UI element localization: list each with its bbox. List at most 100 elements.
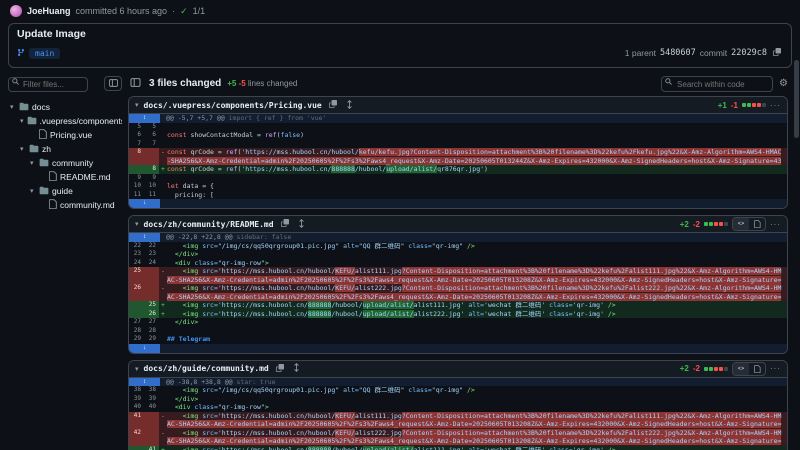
file-options-button[interactable]: ··· — [770, 364, 781, 373]
branch-badge[interactable]: main — [29, 48, 60, 59]
collapse-file-button[interactable]: ▾ — [135, 365, 139, 373]
diff-marker — [159, 403, 167, 412]
file-deletions: -2 — [693, 364, 700, 373]
code-line: <div class="qr-img-row"> — [167, 259, 787, 268]
collapse-file-tree-button[interactable] — [104, 76, 122, 91]
code-line: <img src='https://mss.hubool.cn/hubool/K… — [167, 412, 787, 429]
expand-down-button[interactable]: ↓ — [129, 199, 160, 208]
checks-status-icon: ✓ — [180, 6, 188, 17]
code-line: <img src='https://mss.hubool.cn/hubool/K… — [167, 267, 787, 284]
sidebar-item-community-md[interactable]: community.md — [8, 198, 122, 212]
collapse-file-button[interactable]: ▾ — [135, 220, 139, 228]
avatar[interactable] — [10, 5, 22, 17]
parent-label: 1 parent — [625, 48, 656, 58]
expand-all-button[interactable] — [296, 219, 307, 230]
new-line-number: 28 — [144, 327, 159, 336]
expand-down-button[interactable]: ↓ — [129, 344, 160, 353]
diff-row-ctx: 3939 </div> — [129, 395, 787, 404]
toggle-file-tree-button[interactable] — [128, 78, 143, 89]
file-tree: ▾docs▾.vuepress/components Pricing.vue ▾zh… — [8, 100, 122, 212]
diff-content: 3 files changed +5 -5 lines changed ⚙ ▾d… — [128, 74, 788, 450]
sidebar-item-community[interactable]: ▾community — [8, 156, 122, 170]
code-line — [167, 123, 787, 132]
file-options-button[interactable]: ··· — [770, 101, 781, 110]
diff-marker — [159, 123, 167, 132]
checks-count[interactable]: 1/1 — [193, 6, 206, 16]
diff-row-ctx: 2222 <img src="/img/cs/qq50qrgroup01.pic… — [129, 242, 787, 251]
file-path[interactable]: docs/.vuepress/components/Pricing.vue — [144, 101, 322, 110]
sidebar-item--vuepress-components[interactable]: ▾.vuepress/components — [8, 114, 122, 128]
expand-hunk-button[interactable]: ↕ — [129, 233, 160, 242]
collapse-file-button[interactable]: ▾ — [135, 101, 139, 109]
old-line-number: 39 — [129, 395, 144, 404]
expand-all-button[interactable] — [291, 363, 302, 374]
diff-row-add: 8+const qrCode = ref('https://mss.hubool… — [129, 165, 787, 174]
tree-item-label: docs — [32, 102, 50, 112]
folder-icon — [29, 144, 39, 153]
diffstat-block — [757, 103, 761, 107]
rich-view-button[interactable] — [749, 363, 765, 375]
commit-author[interactable]: JoeHuang — [27, 6, 71, 16]
diff-marker: + — [159, 165, 167, 174]
old-line-number: 40 — [129, 403, 144, 412]
source-view-button[interactable]: <> — [733, 218, 749, 230]
new-line-number: 9 — [144, 174, 159, 183]
page-scrollbar-thumb[interactable] — [794, 60, 799, 138]
new-line-number — [144, 148, 159, 165]
diff-marker — [159, 131, 167, 140]
diffstat-block — [709, 367, 713, 371]
diff-marker: - — [159, 284, 167, 301]
code-line: const showContactModal = ref(false) — [167, 131, 787, 140]
diff-row-del: 42- <img src='https://mss.hubool.cn/hubo… — [129, 429, 787, 446]
source-view-button[interactable]: <> — [733, 363, 749, 375]
hunk-header: @@ -38,8 +38,8 @@ star: true — [160, 378, 276, 387]
diffstat-block — [719, 367, 723, 371]
search-within-code-input[interactable] — [661, 76, 773, 92]
tree-item-label: community.md — [60, 200, 115, 210]
diff-settings-button[interactable]: ⚙ — [779, 78, 788, 89]
rich-diff-icon — [754, 220, 761, 228]
diff-marker — [159, 140, 167, 149]
old-line-number: 42 — [129, 429, 144, 446]
diffstat-blocks — [742, 103, 766, 107]
diff-row-ctx: 4040 <div class="qr-img-row"> — [129, 403, 787, 412]
file-path[interactable]: docs/zh/community/README.md — [144, 220, 274, 229]
diff-marker — [159, 318, 167, 327]
copy-commit-sha-button[interactable] — [771, 48, 783, 58]
sidebar-item-zh[interactable]: ▾zh — [8, 142, 122, 156]
file-path[interactable]: docs/zh/guide/community.md — [144, 364, 269, 373]
expand-hunk-button[interactable]: ↕ — [129, 378, 160, 387]
expand-all-button[interactable] — [344, 100, 355, 111]
copy-path-button[interactable] — [274, 364, 286, 374]
git-branch-icon — [17, 44, 25, 62]
sidebar-item-readme-md[interactable]: README.md — [8, 170, 122, 184]
filter-files-input[interactable] — [8, 77, 88, 92]
diff-marker: + — [159, 446, 167, 450]
file-icon — [49, 199, 57, 209]
expand-hunk-button[interactable]: ↕ — [129, 114, 160, 123]
new-line-number: 5 — [144, 123, 159, 132]
tree-item-label: Pricing.vue — [50, 130, 92, 140]
sidebar-item-pricing-vue[interactable]: Pricing.vue — [8, 128, 122, 142]
sidebar-item-docs[interactable]: ▾docs — [8, 100, 122, 114]
folder-icon — [39, 158, 49, 167]
tree-item-label: guide — [52, 186, 73, 196]
file-options-button[interactable]: ··· — [770, 220, 781, 229]
view-toggle: <> — [732, 217, 766, 231]
old-line-number — [129, 301, 144, 310]
file-deletions: -2 — [693, 220, 700, 229]
parent-hash-link[interactable]: 5480607 — [660, 48, 696, 58]
copy-path-button[interactable] — [279, 219, 291, 229]
new-line-number: 22 — [144, 242, 159, 251]
new-line-number: 29 — [144, 335, 159, 344]
old-line-number: 28 — [129, 327, 144, 336]
tree-item-label: .vuepress/components — [40, 116, 122, 126]
commit-card: Update Image main 1 parent 5480607 commi… — [8, 23, 792, 68]
old-line-number: 11 — [129, 191, 144, 200]
copy-path-button[interactable] — [327, 100, 339, 110]
diff-row-ctx: 2727 </div> — [129, 318, 787, 327]
diff-row-ctx: 2424 <div class="qr-img-row"> — [129, 259, 787, 268]
sidebar-item-guide[interactable]: ▾guide — [8, 184, 122, 198]
diffstat-block — [719, 222, 723, 226]
rich-view-button[interactable] — [749, 218, 765, 230]
